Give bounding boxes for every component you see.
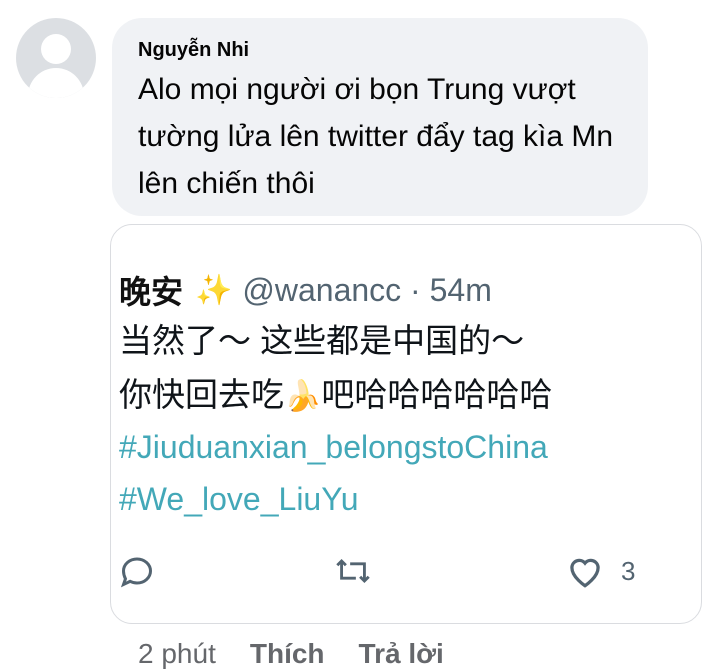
tweet-text-line-2-start: 你快回去吃 [119, 376, 284, 413]
banana-icon: 🍌 [284, 380, 322, 413]
tweet-text-line-1: 当然了～ 这些都是中国的～ [119, 322, 525, 359]
tweet-display-name: 晚安 [119, 274, 184, 310]
reply-button[interactable]: Trả lời [359, 638, 444, 670]
comment-timestamp[interactable]: 2 phút [138, 638, 216, 670]
hashtag-2: #We_love_LiuYu [119, 481, 359, 517]
comment-author[interactable]: Nguyễn Nhi [138, 38, 622, 62]
tweet-text-line-2: 你快回去吃🍌吧哈哈哈哈哈哈 [119, 375, 552, 417]
like-button[interactable]: Thích [250, 638, 325, 670]
tweet-text-line-2-end: 吧哈哈哈哈哈哈 [321, 376, 553, 413]
avatar-shoulders-shape [28, 68, 84, 98]
comment-actions: 2 phút Thích Trả lời [138, 638, 444, 670]
like-count: 3 [621, 555, 636, 586]
retweet-icon [333, 553, 373, 589]
tweet-header: 晚安 ✨ @wanancc · 54m [119, 267, 492, 313]
tweet-handle-time: @wanancc · 54m [242, 271, 492, 308]
tweet-screenshot-card[interactable]: 晚安 ✨ @wanancc · 54m 当然了～ 这些都是中国的～ 你快回去吃🍌… [110, 224, 702, 624]
sparkles-icon: ✨ [195, 273, 233, 307]
hashtag-1: #Jiuduanxian_belongstoChina [119, 429, 548, 465]
heart-icon: 3 [565, 553, 635, 589]
avatar[interactable] [16, 18, 96, 98]
comment-bubble: Nguyễn Nhi Alo mọi người ơi bọn Trung vư… [112, 18, 648, 216]
reply-icon [119, 553, 155, 589]
avatar-head-shape [41, 34, 71, 64]
comment-text: Alo mọi người ơi bọn Trung vượt tường lử… [138, 73, 614, 200]
